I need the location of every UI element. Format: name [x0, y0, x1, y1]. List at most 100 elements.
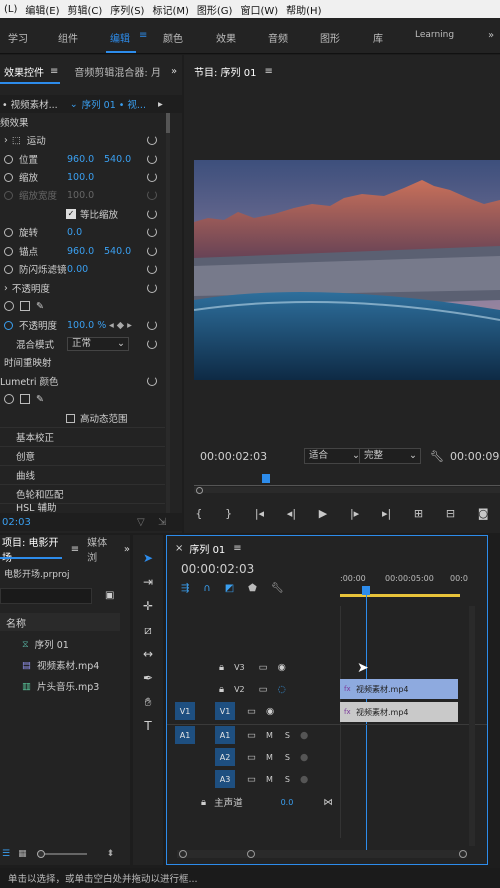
tab-sequence[interactable]: 序列 01 — [189, 541, 225, 556]
hdr-checkbox[interactable] — [66, 413, 75, 423]
rectangle-mask-icon[interactable] — [20, 301, 30, 311]
scroll-handle-left[interactable] — [179, 850, 187, 858]
reset-icon[interactable] — [147, 376, 157, 386]
mute-button[interactable]: M — [266, 731, 273, 740]
source-patch-v1[interactable]: V1 — [175, 702, 195, 720]
lift-icon[interactable]: ⊞ — [414, 507, 423, 520]
lock-icon[interactable]: 🔒︎ — [201, 797, 206, 808]
reset-icon[interactable] — [147, 227, 157, 237]
workspace-learning[interactable]: Learning — [415, 30, 454, 40]
mic-icon[interactable]: ● — [300, 730, 308, 741]
stopwatch-icon[interactable] — [4, 320, 13, 330]
effect-timecode[interactable]: 02:03 — [2, 517, 31, 528]
more-workspaces-icon[interactable]: » — [488, 30, 494, 41]
linked-selection-icon[interactable]: ◩ — [225, 583, 234, 594]
expand-arrow-icon[interactable]: › — [4, 283, 8, 294]
vertical-scrollbar[interactable] — [469, 606, 475, 846]
more-tabs-icon[interactable]: » — [124, 544, 130, 555]
slip-tool-icon[interactable]: ↔ — [137, 645, 159, 663]
menu-edit[interactable]: 编辑(E) — [21, 2, 63, 17]
program-playhead[interactable] — [262, 474, 270, 483]
pen-tool-icon[interactable]: ✒ — [137, 669, 159, 687]
keyframe-nav-icon[interactable]: ◂ ◆ ▸ — [109, 320, 132, 331]
name-column-header[interactable]: 名称 — [6, 615, 26, 630]
tab-audio-mixer[interactable]: 音频剪辑混合器: 月 — [74, 64, 161, 79]
uniform-scale-checkbox[interactable]: ✓ — [66, 209, 76, 219]
curves-label[interactable]: 曲线 — [16, 468, 35, 482]
opacity-value[interactable]: 100.0 % — [67, 320, 106, 331]
nest-icon[interactable]: ⇶ — [181, 583, 189, 594]
blend-mode-select[interactable]: 正常 ⌄ — [67, 337, 129, 351]
scroll-handle-end[interactable] — [459, 850, 467, 858]
ellipse-mask-icon[interactable] — [4, 301, 14, 311]
track-target-v1[interactable]: V1 — [215, 702, 235, 720]
wrench-icon[interactable]: 🔧︎ — [430, 450, 444, 463]
hsl-secondary-label[interactable]: HSL 辅助 — [16, 502, 57, 512]
workspace-editing[interactable]: 编辑 — [110, 30, 130, 45]
reset-icon[interactable] — [147, 135, 157, 145]
reset-icon[interactable] — [147, 246, 157, 256]
project-item-video[interactable]: 视频素材.mp4 — [37, 658, 99, 672]
snap-icon[interactable]: ∩ — [203, 583, 210, 594]
lumetri-label[interactable]: Lumetri 颜色 — [0, 374, 59, 388]
program-zoom-bar[interactable] — [194, 487, 500, 493]
creative-label[interactable]: 创意 — [16, 449, 35, 463]
reset-icon[interactable] — [147, 339, 157, 349]
track-select-tool-icon[interactable]: ⇥ — [137, 573, 159, 591]
eye-icon[interactable]: ◉ — [278, 662, 286, 673]
play-icon[interactable]: ▶ — [319, 507, 327, 520]
tab-project[interactable]: 项目: 电影开场 — [2, 534, 66, 564]
sync-lock-icon[interactable]: ▭ — [259, 684, 268, 695]
motion-label[interactable]: 运动 — [27, 133, 46, 147]
master-volume-value[interactable]: 0.0 — [281, 798, 294, 807]
type-tool-icon[interactable]: T — [137, 717, 159, 735]
add-marker-icon[interactable]: ⬟ — [248, 583, 257, 594]
sort-icon[interactable]: ⬍ — [107, 849, 115, 859]
panel-menu-icon[interactable]: ≡ — [233, 543, 241, 554]
stopwatch-icon[interactable] — [4, 264, 13, 274]
workspace-effects[interactable]: 效果 — [216, 30, 236, 45]
mark-in-icon[interactable]: { — [195, 507, 202, 520]
ripple-edit-tool-icon[interactable]: ✛ — [137, 597, 159, 615]
scroll-handle-right[interactable] — [247, 850, 255, 858]
workspace-menu-icon[interactable]: ≡ — [139, 30, 147, 41]
rectangle-mask-icon[interactable] — [20, 394, 30, 404]
scale-value[interactable]: 100.0 — [67, 172, 94, 183]
new-bin-icon[interactable]: ▣ — [105, 590, 114, 601]
more-tabs-icon[interactable]: » — [171, 66, 177, 77]
video-frame[interactable] — [194, 160, 500, 380]
menu-help[interactable]: 帮助(H) — [282, 2, 325, 17]
horizontal-scrollbar[interactable] — [177, 850, 467, 858]
anchor-y-value[interactable]: 540.0 — [104, 246, 131, 257]
zoom-slider-thumb[interactable] — [36, 850, 45, 858]
menu-clip[interactable]: 剪辑(C) — [64, 2, 107, 17]
sync-lock-icon[interactable]: ▭ — [259, 662, 268, 673]
panel-menu-icon[interactable]: ≡ — [264, 66, 272, 77]
sync-lock-icon[interactable]: ▭ — [247, 706, 256, 717]
workspace-learn[interactable]: 学习 — [8, 30, 28, 45]
program-monitor-title[interactable]: 节目: 序列 01 — [194, 64, 256, 79]
export-frame-icon[interactable]: ◙ — [478, 507, 489, 520]
workspace-audio[interactable]: 音频 — [268, 30, 288, 45]
icon-view-icon[interactable]: ▦ — [18, 849, 27, 859]
reset-icon[interactable] — [147, 320, 157, 330]
flicker-value[interactable]: 0.00 — [67, 264, 88, 275]
scrollbar-thumb[interactable] — [166, 113, 170, 133]
work-area-bar[interactable] — [340, 594, 460, 597]
workspace-color[interactable]: 颜色 — [163, 30, 183, 45]
expand-arrow-icon[interactable]: › — [4, 135, 8, 146]
clip-v2-video[interactable]: fx 视频素材.mp4 — [340, 679, 458, 699]
solo-button[interactable]: S — [285, 775, 290, 784]
basic-correction-label[interactable]: 基本校正 — [16, 430, 54, 444]
reset-icon[interactable] — [147, 172, 157, 182]
go-to-end-icon[interactable]: ⋈ — [323, 797, 333, 808]
program-ruler[interactable] — [194, 480, 500, 486]
project-item-sequence[interactable]: 序列 01 — [35, 637, 69, 651]
position-x-value[interactable]: 960.0 — [67, 154, 94, 165]
lock-icon[interactable]: 🔒︎ — [219, 662, 224, 673]
reset-icon[interactable] — [147, 154, 157, 164]
sync-lock-icon[interactable]: ▭ — [247, 752, 256, 763]
lock-icon[interactable]: 🔒︎ — [219, 684, 224, 695]
reset-icon[interactable] — [147, 264, 157, 274]
stopwatch-icon[interactable] — [4, 227, 13, 237]
